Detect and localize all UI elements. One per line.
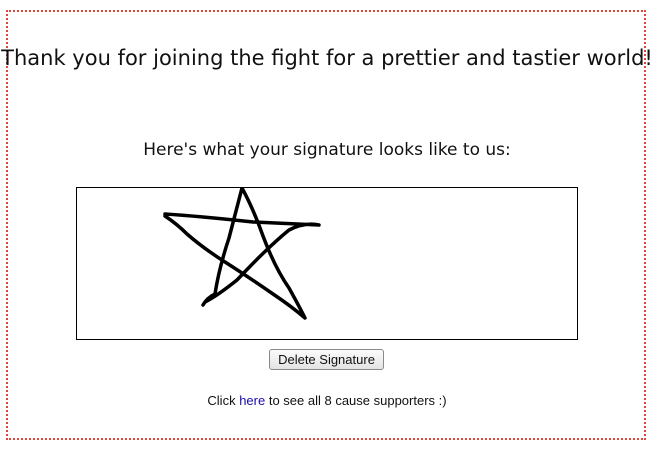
footer-prefix: Click (207, 393, 240, 408)
thank-you-heading: Thank you for joining the fight for a pr… (1, 46, 653, 70)
footer-suffix: to see all 8 cause supporters :) (265, 393, 447, 408)
signature-drawing (163, 188, 321, 320)
delete-signature-button[interactable]: Delete Signature (269, 349, 384, 370)
supporters-footer: Click here to see all 8 cause supporters… (0, 393, 654, 409)
signature-canvas[interactable] (76, 187, 578, 340)
supporters-link[interactable]: here (239, 393, 265, 408)
signature-subheading: Here's what your signature looks like to… (143, 140, 511, 160)
signature-stroke (163, 188, 321, 320)
